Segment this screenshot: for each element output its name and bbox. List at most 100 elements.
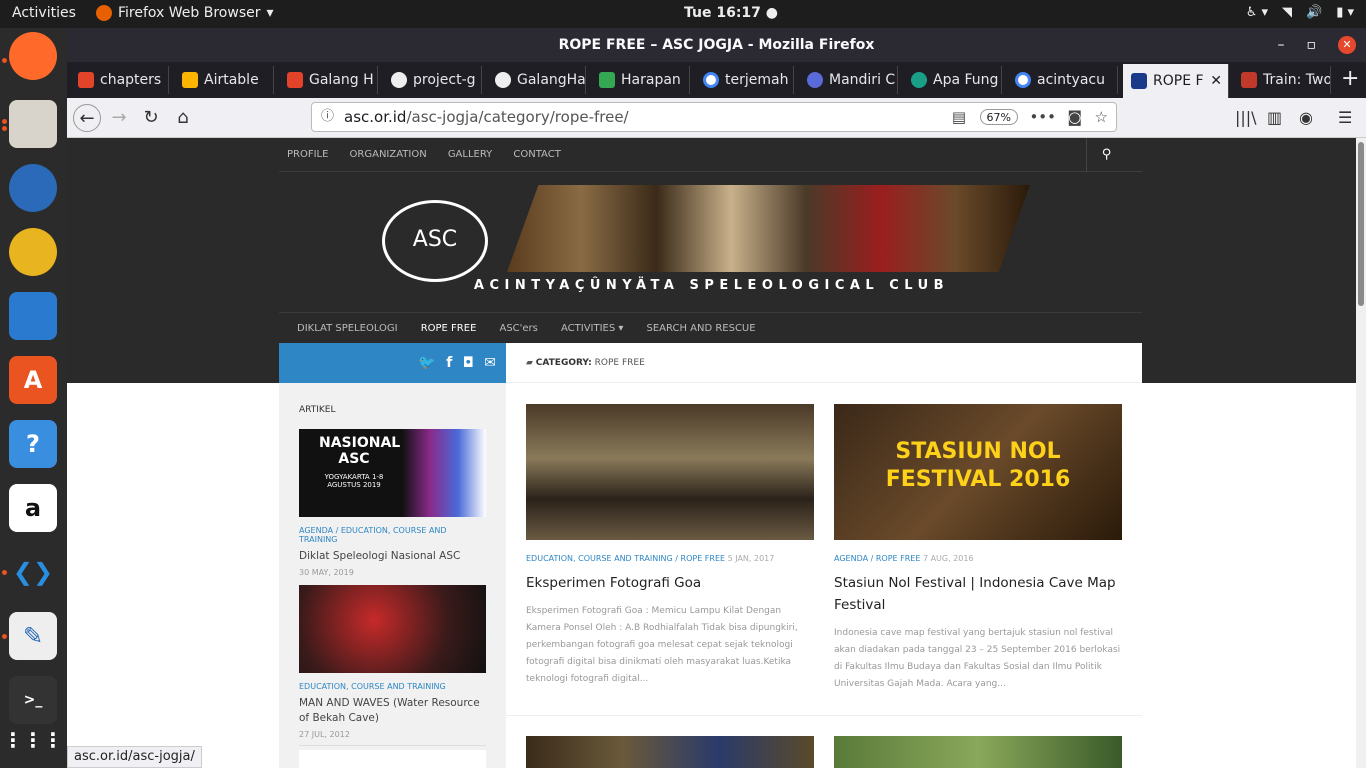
tab-github[interactable]: project-g [383,66,482,94]
menu-icon[interactable]: ☰ [1338,108,1352,127]
writer-icon[interactable] [9,292,57,340]
scrollbar-thumb[interactable] [1358,142,1364,306]
tab-airtable[interactable]: Airtable [174,66,274,94]
tab-close-icon[interactable]: ✕ [1210,64,1222,98]
gitlab-icon [287,72,303,88]
window-title: ROPE FREE – ASC JOGJA - Mozilla Firefox [558,37,875,53]
account-icon[interactable]: ◉ [1299,108,1313,127]
library-icon[interactable]: |||\ [1235,108,1257,127]
search-icon[interactable]: ⚲ [1086,138,1126,172]
activities-button[interactable]: Activities [12,5,76,21]
pocket-icon[interactable]: ◙ [1067,103,1082,131]
reader-view-icon[interactable]: ▤ [952,103,966,131]
tab-rope-free[interactable]: ROPE F ✕ [1123,64,1229,98]
menu-activities[interactable]: ACTIVITIES ▾ [561,323,623,334]
post-image[interactable]: STASIUN NOL FESTIVAL 2016 [834,404,1122,540]
maximize-icon[interactable]: ▫ [1307,28,1317,62]
thunderbird-icon[interactable] [9,164,57,212]
top-menu: PROFILE ORGANIZATION GALLERY CONTACT ⚲ [279,138,1142,172]
amazon-icon[interactable]: a [9,484,57,532]
asc-bat-icon [1131,73,1147,89]
close-icon[interactable]: ✕ [1338,36,1356,54]
sidebar-item[interactable]: EDUCATION, COURSE AND TRAINING MAN AND W… [299,585,486,739]
sidebar-thumbnail[interactable]: NASIONAL ASC YOGYAKARTA 1-8 AGUSTUS 2019 [299,429,486,517]
tab-gitlab[interactable]: chapters [70,66,169,94]
sidebar-icon[interactable]: ▥ [1267,108,1282,127]
post-card[interactable]: STASIUN NOL FESTIVAL 2016 AGENDA / ROPE … [834,404,1122,693]
url-text: asc.or.id/asc-jogja/category/rope-free/ [344,108,629,126]
web-page: PROFILE ORGANIZATION GALLERY CONTACT ⚲ A… [67,138,1356,768]
firefox-icon[interactable] [9,32,57,80]
menu-contact[interactable]: CONTACT [513,149,560,160]
tab-maps[interactable]: Harapan [591,66,690,94]
software-center-icon[interactable]: A [9,356,57,404]
post-title[interactable]: Stasiun Nol Festival | Indonesia Cave Ma… [834,572,1122,616]
app-menu[interactable]: Firefox Web Browser ▾ [96,5,274,21]
instagram-icon[interactable]: ◘ [463,355,474,371]
post-title[interactable]: Diklat Speleologi Nasional ASC [299,549,486,564]
menu-ascers[interactable]: ASC'ers [499,323,537,334]
wifi-icon[interactable]: ◥ [1282,5,1292,20]
rhythmbox-icon[interactable] [9,228,57,276]
tab-github-2[interactable]: GalangHa [487,66,586,94]
email-icon[interactable]: ✉ [484,355,496,371]
google-icon [703,72,719,88]
menu-sar[interactable]: SEARCH AND RESCUE [647,323,756,334]
files-icon[interactable] [9,100,57,148]
tab-train[interactable]: Train: Two [1233,66,1331,94]
firefox-icon [96,5,112,21]
help-icon[interactable]: ? [9,420,57,468]
zoom-level[interactable]: 67% [979,109,1018,125]
post-category[interactable]: AGENDA / ROPE FREE 7 AUG, 2016 [834,554,1122,563]
minimize-icon[interactable]: – [1278,28,1285,62]
post-image[interactable] [834,736,1122,768]
battery-icon[interactable]: ▮ ▾ [1336,5,1354,20]
post-card[interactable]: EDUCATION, COURSE AND TRAINING / ROPE FR… [526,404,814,688]
menu-organization[interactable]: ORGANIZATION [350,149,427,160]
sidebar-thumbnail[interactable] [299,750,486,768]
volume-icon[interactable]: 🔊 [1306,5,1322,20]
sidebar: ARTIKEL NASIONAL ASC YOGYAKARTA 1-8 AGUS… [279,383,506,768]
tab-apa-fung[interactable]: Apa Fung [903,66,1002,94]
page-scrollbar[interactable] [1356,138,1366,768]
twitter-icon[interactable]: 🐦 [418,355,435,371]
header-banner [507,185,1030,272]
post-title[interactable]: Eksperimen Fotografi Goa [526,572,814,594]
menu-diklat[interactable]: DIKLAT SPELEOLOGI [297,323,398,334]
facebook-icon[interactable]: f [446,355,452,371]
tab-gitlab-2[interactable]: Galang H [279,66,378,94]
post-image[interactable] [526,404,814,540]
post-title[interactable]: MAN AND WAVES (Water Resource of Bekah C… [299,696,486,726]
reload-button[interactable]: ↻ [137,104,165,132]
menu-profile[interactable]: PROFILE [287,149,328,160]
accessibility-icon[interactable]: ♿ ▾ [1246,5,1268,20]
post-category[interactable]: EDUCATION, COURSE AND TRAINING / ROPE FR… [526,554,814,563]
clock[interactable]: Tue 16:17 ● [684,5,778,21]
sidebar-thumbnail[interactable] [299,585,486,673]
menu-rope-free[interactable]: ROPE FREE [421,323,477,334]
tab-acintyacu[interactable]: acintyacu [1007,66,1118,94]
dock: A ? a ❮❯ ✎ >_ ⋮⋮⋮ [0,28,67,768]
new-tab-icon[interactable]: + [1341,66,1359,91]
post-image[interactable] [526,736,814,768]
show-apps-icon[interactable]: ⋮⋮⋮ [3,716,63,764]
bookmark-star-icon[interactable]: ☆ [1095,103,1108,131]
sidebar-item[interactable]: NASIONAL ASC YOGYAKARTA 1-8 AGUSTUS 2019… [299,429,486,577]
text-editor-icon[interactable]: ✎ [9,612,57,660]
vscode-icon[interactable]: ❮❯ [9,548,57,596]
menu-gallery[interactable]: GALLERY [448,149,492,160]
system-tray[interactable]: ♿ ▾ ◥ 🔊 ▮ ▾ [1246,5,1354,20]
maps-icon [599,72,615,88]
tab-google[interactable]: terjemah [695,66,794,94]
page-actions-icon[interactable]: ••• [1029,103,1056,131]
back-button[interactable]: ← [73,104,101,132]
gitlab-icon [78,72,94,88]
post-category[interactable]: AGENDA / EDUCATION, COURSE AND TRAINING [299,526,486,544]
post-category[interactable]: EDUCATION, COURSE AND TRAINING [299,682,486,691]
home-button[interactable]: ⌂ [169,104,197,132]
url-bar[interactable]: ⓘ asc.or.id/asc-jogja/category/rope-free… [311,102,1117,132]
tab-mandiri[interactable]: Mandiri C [799,66,898,94]
club-logo[interactable]: ASC [382,200,488,282]
info-icon[interactable]: ⓘ [321,103,334,131]
forward-button[interactable]: → [105,104,133,132]
